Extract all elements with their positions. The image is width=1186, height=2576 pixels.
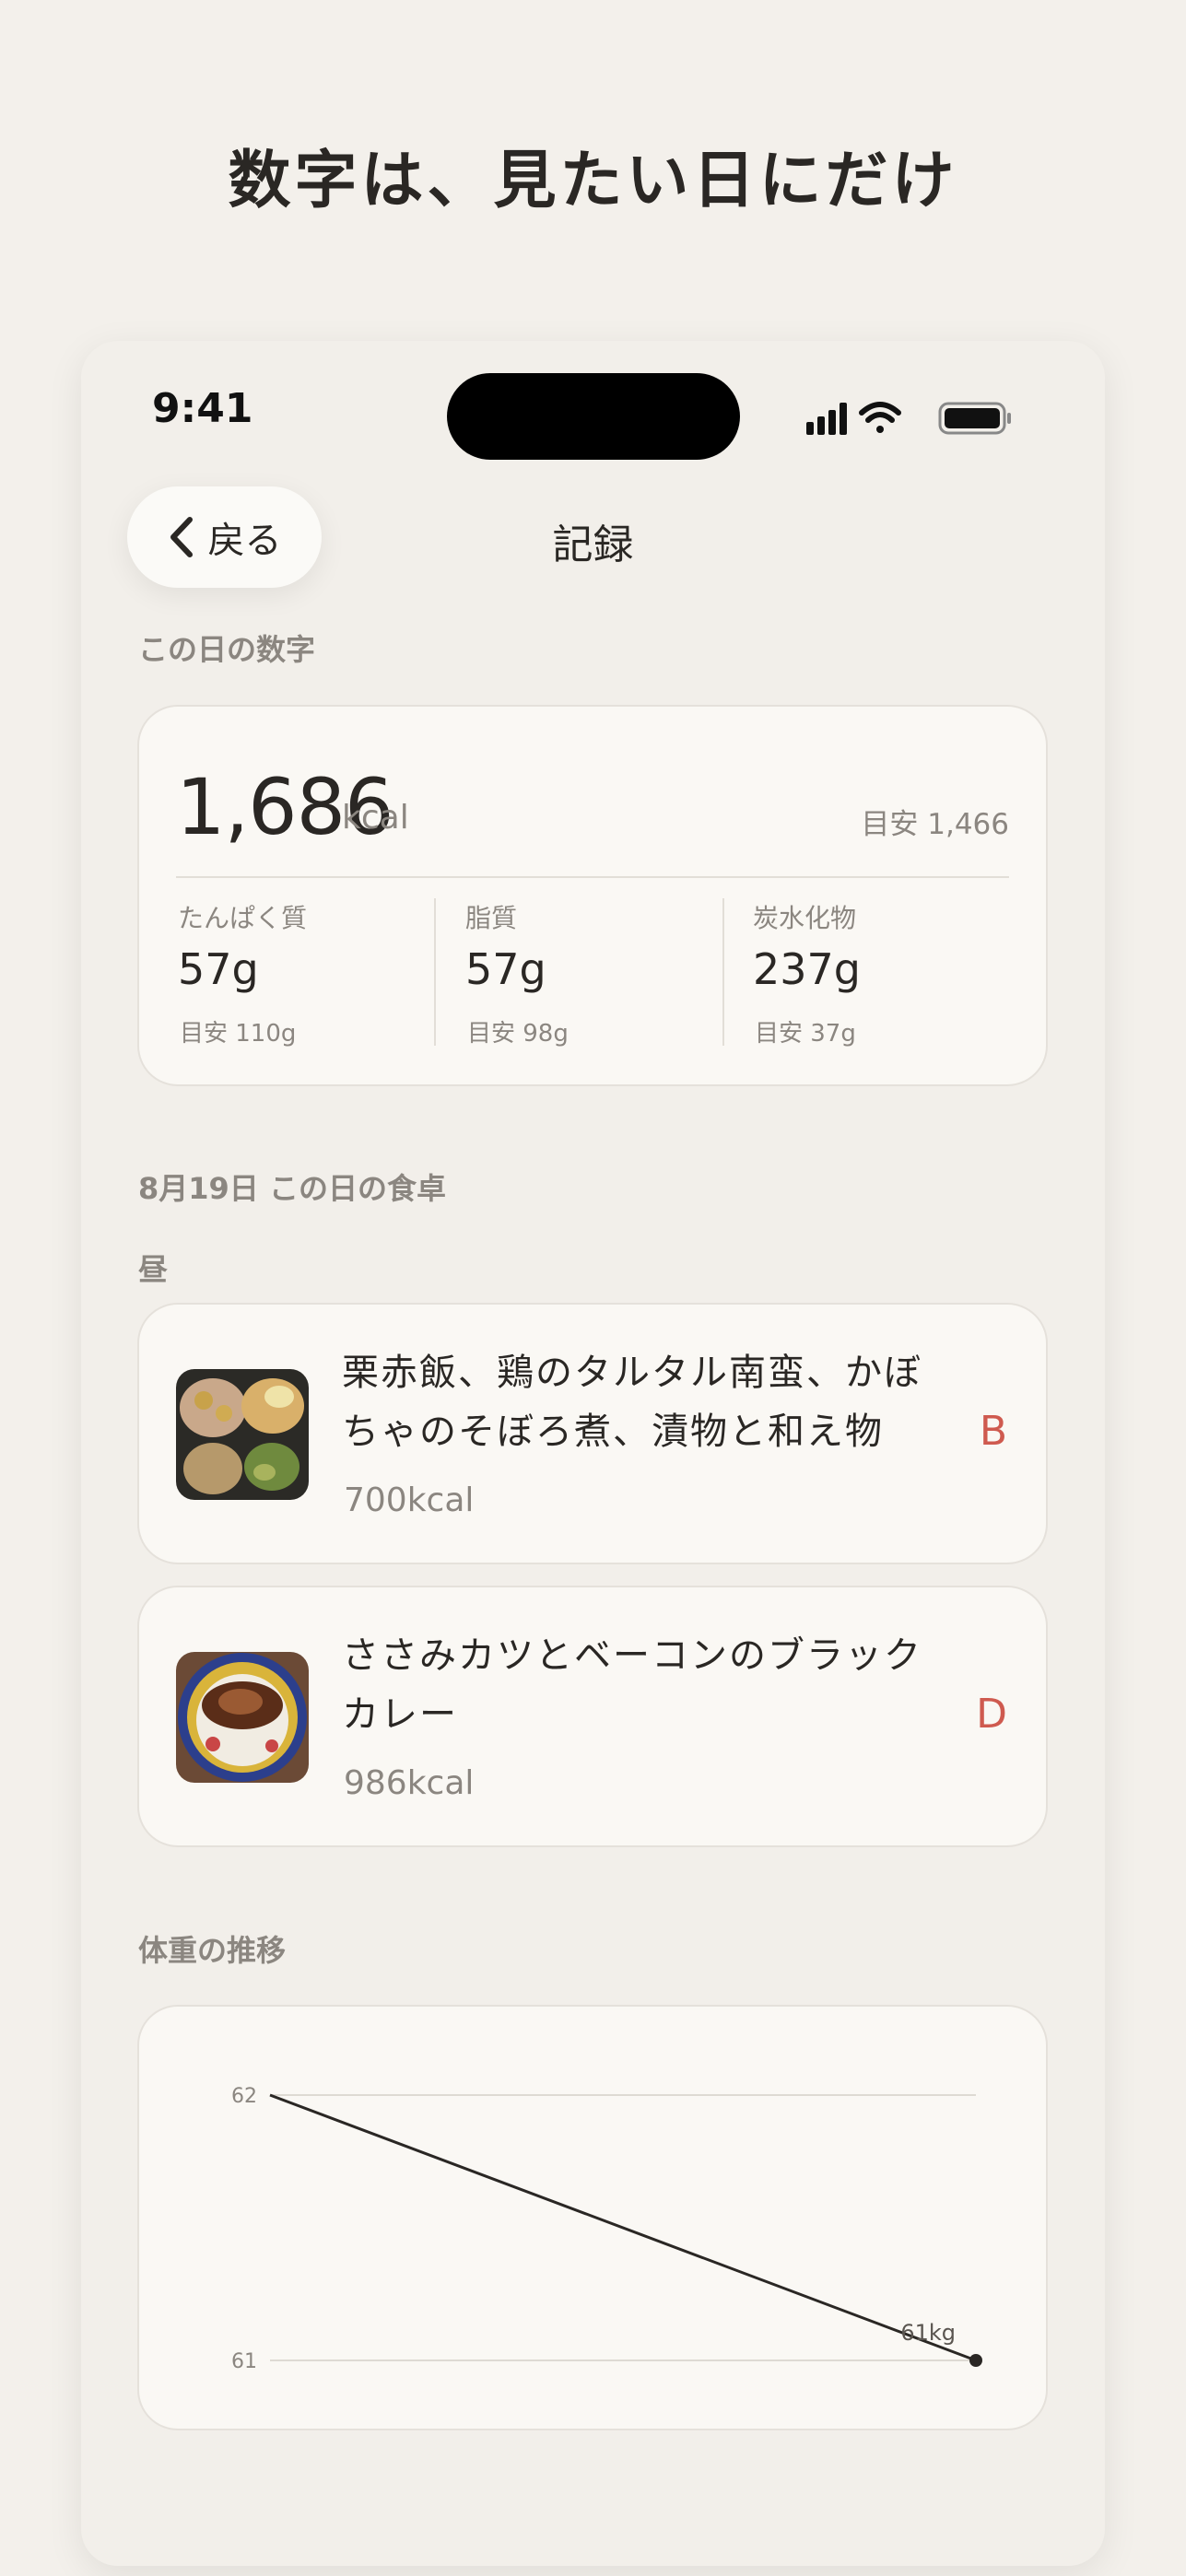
status-icons: [806, 394, 1014, 440]
calories-unit: kcal: [342, 799, 409, 837]
calories-target: 目安 1,466: [861, 808, 1009, 841]
macro-value: 57g: [465, 944, 546, 994]
divider: [722, 898, 724, 1046]
meal-name: 栗赤飯、鶏のタルタル南蛮、かぼちゃのそぼろ煮、漬物と和え物: [342, 1352, 922, 1453]
y-tick-label: 61: [231, 2350, 257, 2373]
meal-slot-label: 昼: [138, 1252, 169, 1287]
divider: [176, 876, 1009, 878]
battery-icon: [938, 402, 1011, 435]
meal-kcal: 986kcal: [344, 1764, 475, 1802]
meal-card[interactable]: ささみカツとベーコンのブラックカレー 986kcal D: [137, 1586, 1048, 1847]
divider: [434, 898, 436, 1046]
macro-label: 炭水化物: [753, 903, 857, 933]
macro-value: 237g: [753, 944, 861, 994]
meals-date-label: 8月19日 この日の食卓: [138, 1171, 446, 1206]
weight-line: [269, 2093, 977, 2362]
macro-label: 脂質: [465, 903, 518, 933]
meal-kcal: 700kcal: [344, 1481, 475, 1519]
macro-target: 目安 37g: [755, 1020, 856, 1048]
macro-target: 目安 98g: [467, 1020, 569, 1048]
weight-value-label: 61kg: [900, 2320, 956, 2346]
meal-photo: [176, 1652, 309, 1783]
day-numbers-section-label: この日の数字: [138, 632, 316, 667]
macro-value: 57g: [178, 944, 259, 994]
nav-title: 記録: [552, 521, 634, 568]
macro-label: たんぱく質: [178, 903, 308, 933]
meal-grade-badge: B: [979, 1408, 1007, 1455]
signal-icon: [806, 403, 847, 435]
wifi-icon: [859, 402, 901, 433]
status-time: 9:41: [152, 385, 253, 432]
weight-point: [969, 2354, 982, 2367]
dynamic-island: [447, 373, 740, 460]
weight-section-label: 体重の推移: [138, 1933, 287, 1968]
nutrition-summary-card: 1,686 kcal 目安 1,466 たんぱく質 57g 目安 110g 脂質…: [137, 705, 1048, 1086]
meal-photo: [176, 1369, 309, 1500]
meal-grade-badge: D: [976, 1691, 1007, 1738]
meal-card[interactable]: 栗赤飯、鶏のタルタル南蛮、かぼちゃのそぼろ煮、漬物と和え物 700kcal B: [137, 1303, 1048, 1564]
weight-chart: 62 61 61kg: [231, 2085, 982, 2373]
macro-protein: たんぱく質 57g 目安 110g: [178, 898, 465, 1048]
meal-name: ささみカツとベーコンのブラックカレー: [342, 1634, 922, 1736]
weight-chart-card: 62 61 61kg: [137, 2005, 1048, 2430]
y-tick-label: 62: [231, 2085, 257, 2108]
macro-fat: 脂質 57g 目安 98g: [465, 898, 753, 1048]
macro-target: 目安 110g: [180, 1020, 297, 1048]
macro-carbs: 炭水化物 237g 目安 37g: [753, 898, 1040, 1048]
page-headline: 数字は、見たい日にだけ: [228, 145, 958, 217]
